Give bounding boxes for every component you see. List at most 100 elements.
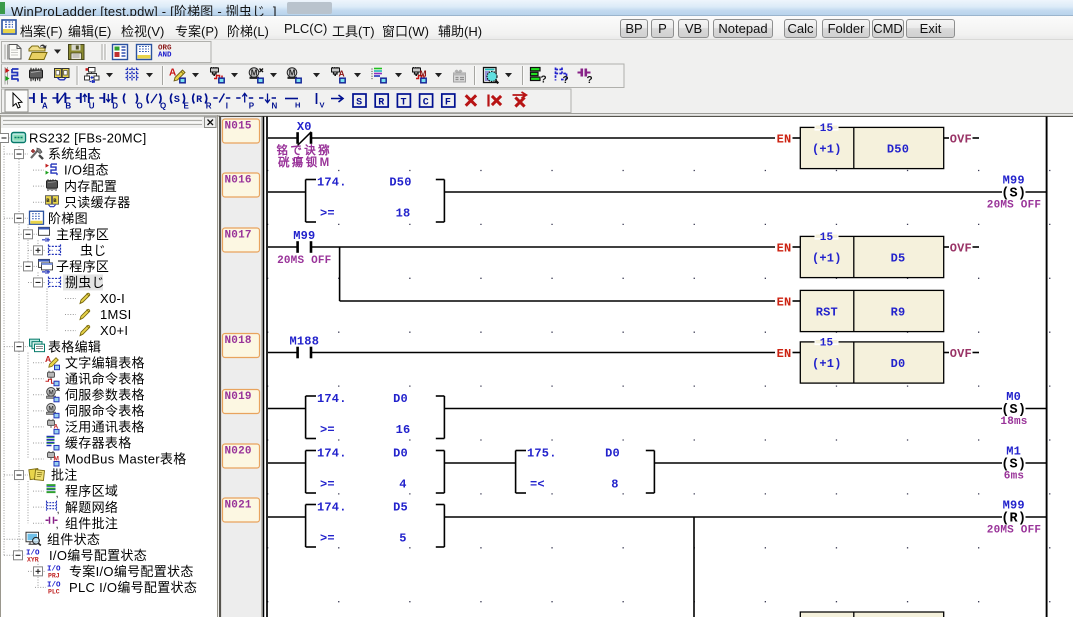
svg-text:R: R	[378, 97, 384, 108]
svg-text:D0: D0	[393, 447, 408, 461]
svg-text:?: ?	[541, 75, 547, 86]
svg-text:系统组态: 系统组态	[48, 147, 101, 162]
svg-text:ModBus Master表格: ModBus Master表格	[65, 452, 187, 467]
svg-text:F: F	[445, 97, 451, 108]
svg-text:>=: >=	[320, 423, 335, 437]
svg-text:174.: 174.	[317, 447, 347, 461]
svg-text:I/O组态: I/O组态	[64, 163, 109, 178]
svg-text:>=: >=	[320, 207, 335, 221]
svg-text:?: ?	[587, 75, 593, 86]
svg-text:H: H	[295, 101, 300, 110]
svg-text:8: 8	[611, 478, 618, 492]
svg-text:18: 18	[396, 207, 411, 221]
svg-text:只读缓存器: 只读缓存器	[64, 195, 131, 210]
svg-text:PLC: PLC	[48, 588, 60, 595]
svg-text:O: O	[137, 102, 143, 111]
svg-text:16: 16	[396, 423, 411, 437]
svg-text:15: 15	[820, 232, 834, 244]
svg-text:N019: N019	[225, 391, 252, 403]
svg-text:程序区域: 程序区域	[65, 484, 118, 499]
svg-text:4: 4	[399, 478, 406, 492]
svg-text:M: M	[251, 69, 258, 78]
svg-text:15: 15	[820, 338, 834, 350]
svg-text:174.: 174.	[317, 501, 347, 515]
svg-text:泛用通讯表格: 泛用通讯表格	[65, 420, 145, 435]
svg-text:EN: EN	[777, 347, 792, 361]
svg-text:M99: M99	[1003, 498, 1025, 512]
svg-text:批注: 批注	[51, 468, 78, 483]
svg-text:N016: N016	[225, 175, 252, 187]
svg-text:,: ,	[56, 521, 58, 530]
svg-text:(+1): (+1)	[812, 357, 842, 371]
svg-text:RST: RST	[816, 306, 838, 320]
svg-text:虫じ: 虫じ	[80, 243, 107, 258]
svg-text:,: ,	[57, 506, 59, 515]
svg-text:铭で诀猕: 铭で诀猕	[276, 143, 332, 157]
svg-text:缓存器表格: 缓存器表格	[65, 436, 132, 451]
svg-text:EN: EN	[777, 132, 792, 146]
svg-text:R9: R9	[891, 306, 906, 320]
svg-text:组件状态: 组件状态	[47, 532, 100, 547]
svg-text:M: M	[420, 69, 427, 79]
svg-text:表格编辑: 表格编辑	[48, 339, 101, 354]
svg-text:Q: Q	[160, 102, 166, 111]
svg-text:伺服参数表格: 伺服参数表格	[65, 387, 145, 402]
svg-text:18ms: 18ms	[1000, 416, 1027, 428]
svg-text:PLC I/O编号配置状态: PLC I/O编号配置状态	[69, 580, 197, 595]
svg-text:S: S	[174, 95, 180, 106]
svg-text:M1: M1	[1006, 444, 1021, 458]
svg-text:M0: M0	[1006, 390, 1021, 404]
svg-text:M: M	[289, 69, 296, 78]
svg-text:OVF: OVF	[950, 132, 972, 146]
svg-text:子程序区: 子程序区	[56, 259, 109, 274]
svg-text:内存配置: 内存配置	[64, 179, 117, 194]
svg-text:175.: 175.	[527, 447, 557, 461]
svg-text:I/O编号配置状态: I/O编号配置状态	[49, 548, 147, 563]
svg-text:P: P	[249, 102, 255, 111]
svg-text:D0: D0	[393, 392, 408, 406]
svg-text:M99: M99	[1003, 173, 1025, 187]
svg-text:M99: M99	[293, 229, 315, 243]
svg-text:D5: D5	[393, 501, 408, 515]
svg-text:D0: D0	[605, 447, 620, 461]
svg-text:组件批注: 组件批注	[65, 516, 118, 531]
svg-text:(+1): (+1)	[812, 143, 842, 157]
svg-text:N020: N020	[225, 446, 252, 458]
svg-text:OVF: OVF	[950, 241, 972, 255]
svg-text:N015: N015	[225, 121, 252, 133]
svg-text:解题网络: 解题网络	[65, 500, 118, 515]
svg-text:>=: >=	[320, 478, 335, 492]
svg-text:1MSI: 1MSI	[100, 307, 132, 322]
svg-text:174.: 174.	[317, 176, 347, 190]
svg-text:=<: =<	[530, 478, 545, 492]
svg-text:通讯命令表格: 通讯命令表格	[65, 371, 145, 386]
svg-text:E: E	[184, 102, 190, 111]
svg-text:XYR: XYR	[27, 556, 39, 563]
svg-text:N017: N017	[225, 230, 252, 242]
svg-text:主程序区: 主程序区	[56, 227, 109, 242]
svg-text:X0+I: X0+I	[100, 323, 128, 338]
svg-text:N: N	[272, 102, 278, 111]
svg-text:OVF: OVF	[950, 347, 972, 361]
svg-text:M: M	[48, 389, 53, 396]
svg-text:T: T	[401, 97, 407, 108]
svg-text:专案I/O编号配置状态: 专案I/O编号配置状态	[69, 564, 194, 579]
svg-text:D0: D0	[891, 357, 906, 371]
svg-text:,: ,	[56, 490, 58, 499]
svg-text:A: A	[45, 354, 51, 364]
svg-text:捌虫じ: 捌虫じ	[65, 275, 105, 290]
svg-text:阶梯图: 阶梯图	[48, 211, 88, 226]
svg-text:R: R	[206, 102, 212, 111]
svg-text:D50: D50	[887, 143, 909, 157]
svg-text:AND: AND	[158, 52, 172, 60]
svg-text:D: D	[112, 102, 118, 111]
svg-text:20MS OFF: 20MS OFF	[277, 255, 331, 267]
svg-text:(+1): (+1)	[812, 252, 842, 266]
svg-text:文字编辑表格: 文字编辑表格	[65, 355, 145, 370]
svg-text:V: V	[320, 101, 325, 110]
svg-text:M188: M188	[289, 334, 319, 348]
svg-text:I: I	[226, 102, 228, 111]
svg-text:PRJ: PRJ	[48, 572, 60, 579]
svg-text:C: C	[423, 97, 429, 108]
svg-text:5: 5	[399, 532, 406, 546]
